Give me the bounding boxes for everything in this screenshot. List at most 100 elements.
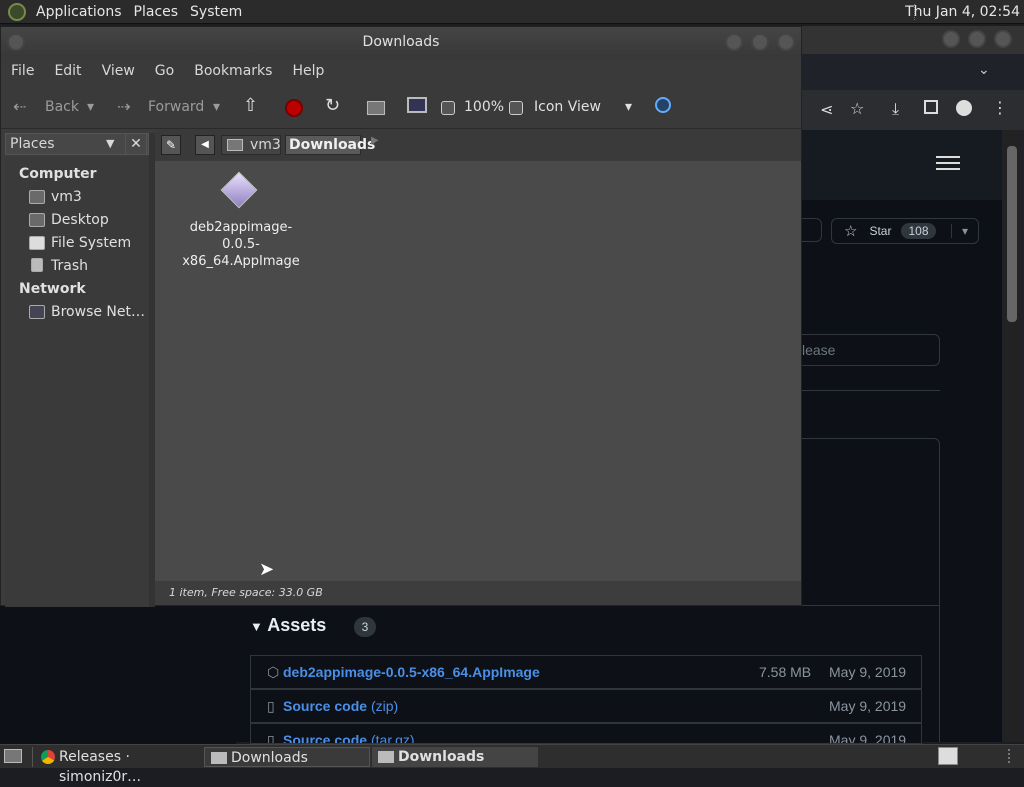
back-history-dropdown-icon[interactable]: ▾ [87, 99, 94, 115]
folder-icon [211, 752, 227, 764]
assets-heading[interactable]: ▼ Assets [250, 615, 326, 636]
sidebar-heading-network: Network [19, 281, 86, 297]
menu-go[interactable]: Go [155, 63, 174, 79]
watch-button-partial[interactable] [802, 218, 822, 242]
taskbar-task-downloads[interactable]: Downloads [204, 747, 370, 767]
star-button[interactable]: ☆ Star 108 ▾ [831, 218, 979, 244]
file-item[interactable]: deb2appimage-0.0.5- x86_64.AppImage [173, 171, 309, 269]
toolbar: ⇠ Back ▾ ⇢ Forward ▾ ⇧ ↻ 100% Icon View … [1, 85, 801, 129]
taskbar-task-label: Releases · simoniz0r… [59, 749, 142, 785]
minimize-icon[interactable] [942, 30, 960, 48]
star-count: 108 [901, 223, 936, 239]
path-button-downloads[interactable]: Downloads [285, 135, 375, 155]
sidebar-item-file-system[interactable]: File System [51, 235, 131, 251]
window-menu-icon[interactable] [7, 33, 25, 51]
sidebar-heading-computer: Computer [19, 166, 97, 182]
taskbar-task-label: Downloads [398, 749, 485, 765]
close-icon[interactable] [777, 33, 795, 51]
workspace-switcher[interactable] [938, 747, 958, 765]
chevron-down-icon[interactable]: ⌄ [978, 62, 990, 78]
asset-date: May 9, 2019 [829, 732, 907, 744]
system-menu[interactable]: System [184, 4, 248, 20]
star-icon: ☆ [844, 223, 858, 240]
asset-link[interactable]: Source code [283, 698, 367, 714]
scrollbar[interactable] [1004, 130, 1022, 742]
taskbar-handle[interactable] [1008, 749, 1018, 763]
forward-history-dropdown-icon[interactable]: ▾ [213, 99, 220, 115]
chevron-down-icon: ▼ [106, 137, 115, 150]
github-page: ☆ Star 108 ▾ lease [802, 200, 1002, 606]
scrollbar-thumb[interactable] [1007, 146, 1017, 322]
bookmark-star-icon[interactable]: ☆ [850, 99, 864, 118]
menu-file[interactable]: File [11, 63, 34, 79]
back-button[interactable]: Back [45, 99, 79, 115]
maximize-icon[interactable] [968, 30, 986, 48]
applications-menu[interactable]: Applications [30, 4, 128, 20]
search-releases-input[interactable]: lease [802, 334, 940, 366]
asset-row: ▯ Source code (tar.gz) May 9, 2019 [250, 723, 922, 744]
menu-help[interactable]: Help [292, 63, 324, 79]
asset-row: ▯ Source code (zip) May 9, 2019 [250, 689, 922, 723]
file-view[interactable]: deb2appimage-0.0.5- x86_64.AppImage ➤ [155, 161, 801, 581]
taskbar-task-browser[interactable]: Releases · simoniz0r… [32, 747, 200, 785]
hamburger-menu-icon[interactable] [936, 156, 960, 158]
computer-icon[interactable] [407, 97, 427, 113]
close-icon[interactable] [994, 30, 1012, 48]
file-zip-icon: ▯ [267, 732, 275, 744]
window-titlebar[interactable]: Downloads [1, 27, 801, 57]
menu-dots-icon[interactable]: ⋮ [992, 98, 1008, 117]
reload-icon[interactable]: ↻ [325, 95, 340, 116]
forward-arrow-icon[interactable]: ⇢ [117, 97, 130, 116]
path-right-arrow-icon[interactable]: ▶ [371, 135, 379, 146]
divider [802, 390, 940, 391]
profile-icon[interactable] [956, 100, 972, 116]
close-sidebar-icon[interactable]: ✕ [125, 133, 147, 155]
path-left-arrow-icon[interactable]: ◀ [195, 135, 215, 155]
sidebar-item-browse-network[interactable]: Browse Net… [51, 304, 145, 320]
zoom-out-icon[interactable] [441, 101, 455, 115]
show-desktop-icon[interactable] [4, 749, 22, 763]
stop-icon[interactable] [285, 99, 303, 117]
folder-icon [378, 751, 394, 763]
gnome-foot-icon[interactable] [8, 2, 26, 21]
places-menu[interactable]: Places [128, 4, 185, 20]
menu-view[interactable]: View [102, 63, 135, 79]
asset-date: May 9, 2019 [829, 664, 907, 680]
sidepanel-icon[interactable] [924, 100, 938, 114]
clock[interactable]: Thu Jan 4, 02:54 [905, 4, 1020, 20]
zoom-in-icon[interactable] [509, 101, 523, 115]
file-name: deb2appimage-0.0.5- x86_64.AppImage [182, 220, 300, 269]
sidebar-item-trash[interactable]: Trash [51, 258, 88, 274]
browser-toolbar: ⋖ ☆ ⤓ ⋮ [802, 90, 1024, 130]
zoom-level[interactable]: 100% [464, 99, 504, 115]
home-folder-icon[interactable] [367, 101, 385, 115]
github-header [802, 130, 1002, 200]
forward-button[interactable]: Forward [148, 99, 204, 115]
assets-title: Assets [267, 615, 327, 635]
edit-location-icon[interactable]: ✎ [161, 135, 181, 155]
share-icon[interactable]: ⋖ [820, 100, 833, 119]
maximize-icon[interactable] [751, 33, 769, 51]
download-icon[interactable]: ⤓ [892, 99, 899, 119]
view-mode-select[interactable]: Icon View [534, 99, 601, 115]
sidebar-selector-label: Places [10, 136, 55, 152]
asset-link[interactable]: deb2appimage-0.0.5-x86_64.AppImage [283, 664, 540, 680]
menu-edit[interactable]: Edit [54, 63, 81, 79]
home-folder-icon [227, 139, 243, 151]
view-mode-dropdown-icon[interactable]: ▾ [625, 99, 632, 115]
sidebar-item-desktop[interactable]: Desktop [51, 212, 109, 228]
back-arrow-icon[interactable]: ⇠ [13, 97, 26, 116]
file-manager-window: Downloads File Edit View Go Bookmarks He… [0, 26, 802, 607]
search-icon[interactable] [655, 97, 671, 113]
star-dropdown-icon[interactable]: ▾ [950, 224, 978, 238]
asset-suffix[interactable]: (tar.gz) [371, 732, 415, 743]
sidebar-item-vm3[interactable]: vm3 [51, 189, 82, 205]
up-arrow-icon[interactable]: ⇧ [243, 95, 258, 116]
asset-link[interactable]: Source code [283, 732, 367, 743]
minimize-icon[interactable] [725, 33, 743, 51]
asset-suffix[interactable]: (zip) [371, 698, 398, 714]
window-title: Downloads [362, 34, 440, 50]
taskbar-task-downloads-active[interactable]: Downloads [372, 747, 538, 767]
menu-bookmarks[interactable]: Bookmarks [194, 63, 272, 79]
asset-row: ⬡ deb2appimage-0.0.5-x86_64.AppImage 7.5… [250, 655, 922, 689]
